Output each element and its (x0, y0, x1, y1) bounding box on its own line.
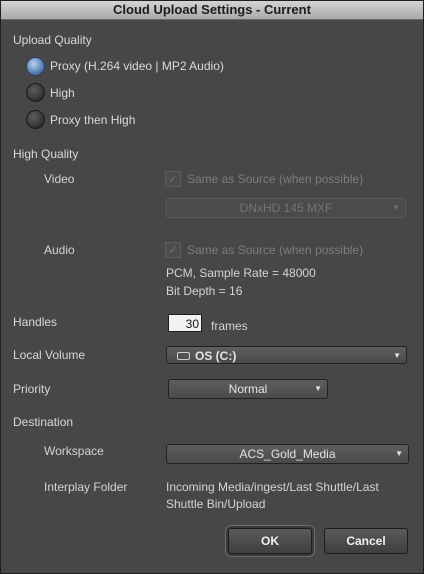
interplay-folder-path-line1: Incoming Media/ingest/Last Shuttle/Last (166, 480, 379, 494)
radio-proxy-then-high-label[interactable]: Proxy then High (50, 113, 135, 127)
workspace-dropdown[interactable]: ACS_Gold_Media ▼ (166, 444, 409, 464)
video-format-dropdown[interactable]: DNxHD 145 MXF ▼ (166, 198, 406, 218)
audio-label: Audio (44, 243, 75, 257)
video-label: Video (44, 172, 75, 186)
window-title: Cloud Upload Settings - Current (1, 1, 423, 20)
cancel-button[interactable]: Cancel (324, 528, 408, 554)
chevron-down-icon: ▼ (395, 449, 403, 458)
priority-label: Priority (13, 382, 51, 396)
video-same-as-source-checkbox[interactable]: ✓ (165, 171, 181, 187)
destination-heading: Destination (13, 415, 74, 429)
chevron-down-icon: ▼ (314, 384, 322, 393)
ok-button[interactable]: OK (228, 528, 312, 554)
checkmark-icon: ✓ (167, 243, 179, 257)
chevron-down-icon: ▼ (392, 203, 400, 212)
drive-icon (177, 351, 190, 360)
local-volume-label: Local Volume (13, 348, 86, 362)
radio-high-label[interactable]: High (50, 86, 75, 100)
radio-proxy-label[interactable]: Proxy (H.264 video | MP2 Audio) (50, 59, 224, 73)
audio-sample-rate: PCM, Sample Rate = 48000 (166, 266, 316, 280)
interplay-folder-path-line2: Shuttle Bin/Upload (166, 497, 266, 511)
video-format-value: DNxHD 145 MXF (239, 201, 333, 215)
radio-proxy-then-high[interactable] (26, 110, 45, 129)
checkmark-icon: ✓ (167, 172, 179, 186)
workspace-label: Workspace (44, 444, 104, 458)
workspace-value: ACS_Gold_Media (239, 447, 336, 461)
audio-bit-depth: Bit Depth = 16 (166, 284, 243, 298)
radio-proxy[interactable] (26, 57, 45, 76)
audio-same-as-source-label: Same as Source (when possible) (187, 243, 364, 257)
chevron-down-icon: ▼ (393, 351, 401, 360)
handles-label: Handles (13, 315, 58, 329)
local-volume-dropdown[interactable]: OS (C:) ▼ (166, 346, 407, 364)
priority-dropdown[interactable]: Normal ▼ (168, 379, 328, 399)
local-volume-value: OS (C:) (195, 349, 237, 363)
high-quality-heading: High Quality (13, 147, 79, 161)
upload-quality-heading: Upload Quality (13, 33, 92, 47)
radio-high[interactable] (26, 83, 45, 102)
handles-input[interactable]: 30 (168, 314, 202, 332)
audio-same-as-source-checkbox[interactable]: ✓ (165, 242, 181, 258)
priority-value: Normal (228, 382, 268, 396)
handles-unit: frames (211, 319, 248, 333)
video-same-as-source-label: Same as Source (when possible) (187, 172, 364, 186)
interplay-folder-label: Interplay Folder (44, 480, 128, 494)
